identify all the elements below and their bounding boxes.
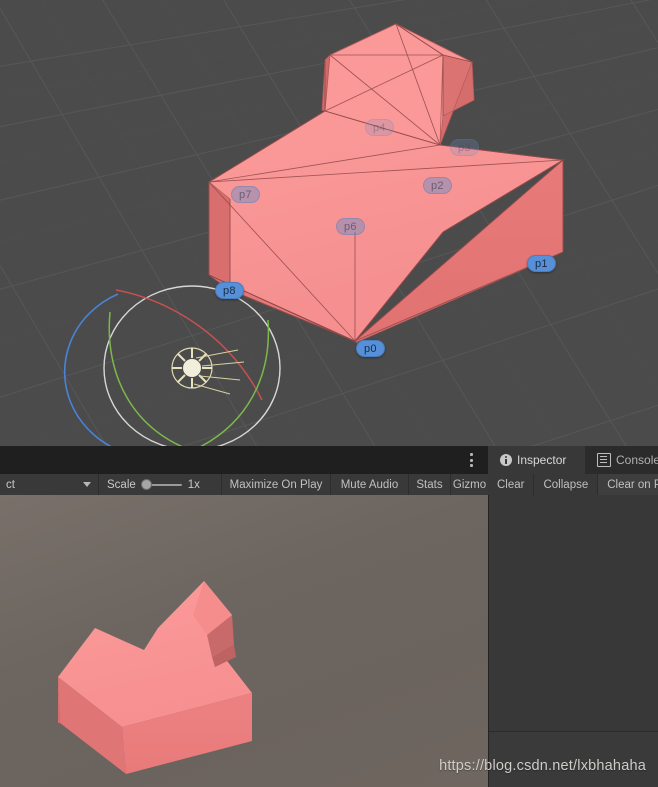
console-message-list[interactable] bbox=[489, 495, 658, 732]
vertex-label-p7[interactable]: p7 bbox=[231, 186, 260, 203]
vertex-label-p2[interactable]: p2 bbox=[423, 177, 452, 194]
vertex-label-p6[interactable]: p6 bbox=[336, 218, 365, 235]
game-viewport-canvas[interactable] bbox=[0, 495, 488, 787]
stats-button[interactable]: Stats bbox=[409, 474, 451, 495]
info-icon bbox=[500, 454, 512, 466]
mute-audio-button[interactable]: Mute Audio bbox=[331, 474, 409, 495]
scale-slider-knob[interactable] bbox=[141, 480, 151, 489]
console-list-icon bbox=[597, 453, 611, 467]
console-toolbar: Clear Collapse Clear on Pla bbox=[488, 474, 658, 495]
scene-mesh-object[interactable] bbox=[208, 23, 565, 353]
aspect-ratio-value: ct bbox=[6, 478, 15, 491]
console-panel[interactable] bbox=[488, 495, 658, 787]
scale-value: 1x bbox=[187, 478, 200, 491]
secondary-toolbar: ct Scale 1x Maximize On Play Mute Audio … bbox=[0, 474, 658, 495]
unity-editor-window: p0 p1 p2 p3 p4 p6 p7 p8 Inspector Consol… bbox=[0, 0, 658, 787]
directional-light-icon bbox=[171, 347, 245, 395]
scale-control-group[interactable]: Scale 1x bbox=[99, 474, 222, 495]
vertex-label-p8[interactable]: p8 bbox=[215, 282, 244, 299]
tab-console[interactable]: Console bbox=[585, 446, 658, 474]
scale-slider[interactable] bbox=[141, 474, 182, 495]
console-clear-on-play-button[interactable]: Clear on Pla bbox=[598, 474, 658, 495]
vertex-label-p3[interactable]: p3 bbox=[450, 139, 479, 156]
panel-tabs-strip: Inspector Console bbox=[0, 446, 658, 475]
console-clear-button[interactable]: Clear bbox=[488, 474, 535, 495]
scene-viewport-canvas[interactable] bbox=[0, 0, 658, 446]
tab-inspector[interactable]: Inspector bbox=[488, 446, 585, 474]
tab-console-label: Console bbox=[616, 453, 658, 467]
chevron-down-icon bbox=[83, 482, 91, 487]
console-collapse-button[interactable]: Collapse bbox=[534, 474, 599, 495]
kebab-menu-icon[interactable] bbox=[464, 451, 478, 469]
tab-inspector-label: Inspector bbox=[517, 453, 567, 467]
watermark-text: https://blog.csdn.net/lxbhahaha bbox=[439, 758, 646, 774]
scene-view-panel[interactable]: p0 p1 p2 p3 p4 p6 p7 p8 bbox=[0, 0, 658, 446]
vertex-label-p0[interactable]: p0 bbox=[356, 340, 385, 357]
vertex-label-p4[interactable]: p4 bbox=[365, 119, 394, 136]
game-view-panel[interactable] bbox=[0, 495, 488, 787]
maximize-on-play-button[interactable]: Maximize On Play bbox=[222, 474, 331, 495]
vertex-label-p1[interactable]: p1 bbox=[527, 255, 556, 272]
scale-label: Scale bbox=[107, 478, 136, 491]
gizmos-button[interactable]: Gizmo bbox=[451, 474, 488, 495]
game-mesh-object bbox=[58, 581, 252, 774]
game-view-tab-area bbox=[0, 446, 488, 475]
aspect-ratio-dropdown[interactable]: ct bbox=[0, 474, 99, 495]
